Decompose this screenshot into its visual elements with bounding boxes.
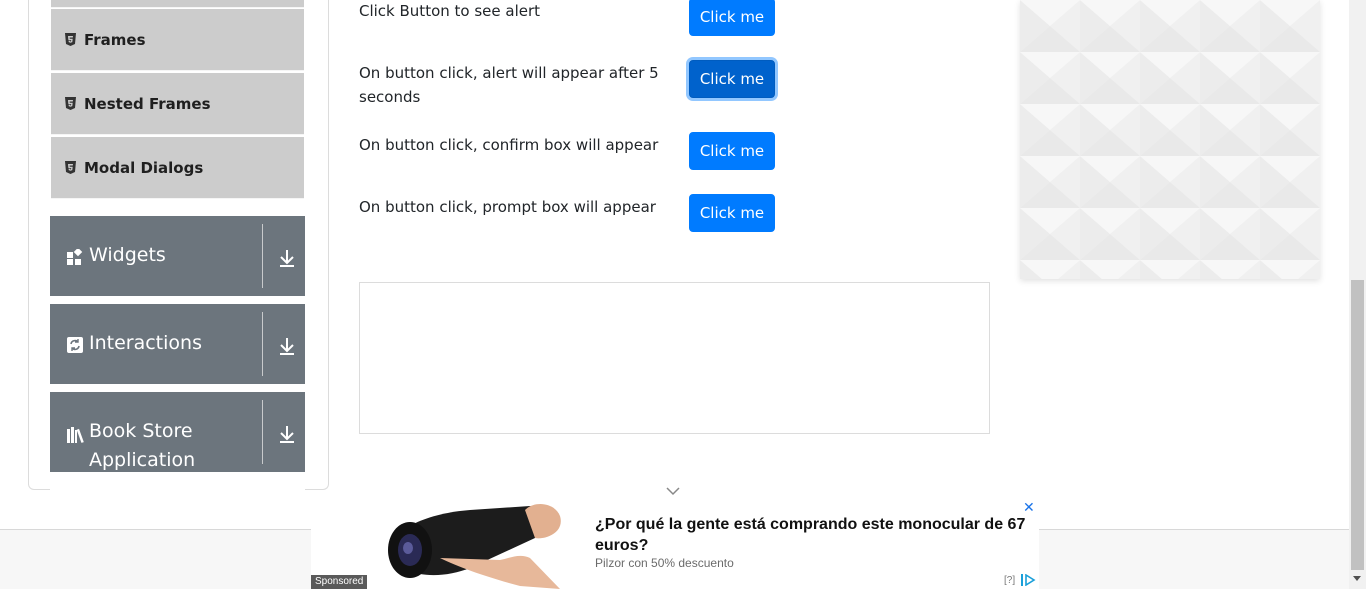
sidebar-group-label: Interactions bbox=[89, 332, 202, 354]
ad-title[interactable]: ¿Por qué la gente está comprando este mo… bbox=[595, 514, 1035, 556]
page-scrollbar[interactable] bbox=[1349, 0, 1366, 589]
sponsored-label: Sponsored bbox=[311, 575, 368, 589]
scrollbar-thumb[interactable] bbox=[1351, 280, 1364, 570]
bottom-ad-banner[interactable]: ¿Por qué la gente está comprando este mo… bbox=[311, 498, 1039, 589]
sidebar-item-modal-dialogs[interactable]: Modal Dialogs bbox=[51, 137, 304, 199]
confirm-row-label: On button click, confirm box will appear bbox=[359, 136, 659, 154]
sidebar-item-nested-frames[interactable]: Nested Frames bbox=[51, 73, 304, 135]
close-icon[interactable]: ✕ bbox=[1023, 500, 1035, 516]
chevron-down-icon[interactable] bbox=[666, 486, 680, 496]
sidebar-group-book-store[interactable]: Book Store Application bbox=[50, 392, 305, 472]
adchoices-icon[interactable] bbox=[1021, 574, 1037, 586]
timer-alert-button[interactable]: Click me bbox=[689, 60, 775, 98]
divider bbox=[262, 224, 263, 288]
download-icon[interactable] bbox=[278, 424, 296, 444]
sidebar-item-label: Frames bbox=[84, 30, 146, 49]
sidebar-group-label-line2: Application bbox=[89, 449, 196, 471]
sidebar-scroll-mask bbox=[50, 472, 305, 492]
interactions-icon bbox=[67, 337, 83, 353]
monocular-image bbox=[370, 498, 580, 589]
widgets-icon bbox=[67, 249, 83, 265]
prompt-button[interactable]: Click me bbox=[689, 194, 775, 232]
alert-button[interactable]: Click me bbox=[689, 0, 775, 36]
sidebar-group-label-line1: Book Store bbox=[89, 420, 193, 442]
sidebar-group-interactions[interactable]: Interactions bbox=[50, 304, 305, 384]
ad-help-link[interactable]: [?] bbox=[1004, 575, 1015, 586]
right-ad-panel[interactable] bbox=[1020, 0, 1320, 279]
download-icon[interactable] bbox=[278, 248, 296, 268]
books-icon bbox=[67, 427, 84, 443]
timer-alert-row-label-line2: seconds bbox=[359, 88, 421, 106]
download-icon[interactable] bbox=[278, 336, 296, 356]
sidebar-group-label: Widgets bbox=[89, 244, 166, 266]
alert-row-label: Click Button to see alert bbox=[359, 2, 541, 20]
sidebar-top-item-partial[interactable] bbox=[51, 0, 304, 8]
sidebar-group-widgets[interactable]: Widgets bbox=[50, 216, 305, 296]
result-area bbox=[359, 282, 990, 434]
sidebar-item-frames[interactable]: Frames bbox=[51, 9, 304, 71]
ad-subtitle[interactable]: Pilzor con 50% descuento bbox=[595, 556, 734, 570]
pattern-background bbox=[1020, 0, 1320, 279]
divider bbox=[262, 400, 263, 464]
confirm-button[interactable]: Click me bbox=[689, 132, 775, 170]
html5-icon bbox=[65, 97, 76, 110]
html5-icon bbox=[65, 33, 76, 46]
timer-alert-row-label-line1: On button click, alert will appear after… bbox=[359, 64, 659, 82]
scroll-down-arrow-icon[interactable] bbox=[1353, 576, 1361, 581]
prompt-row-label: On button click, prompt box will appear bbox=[359, 198, 656, 216]
sidebar-item-label: Nested Frames bbox=[84, 94, 211, 113]
sidebar-item-label: Modal Dialogs bbox=[84, 158, 204, 177]
html5-icon bbox=[65, 161, 76, 174]
divider bbox=[262, 312, 263, 376]
